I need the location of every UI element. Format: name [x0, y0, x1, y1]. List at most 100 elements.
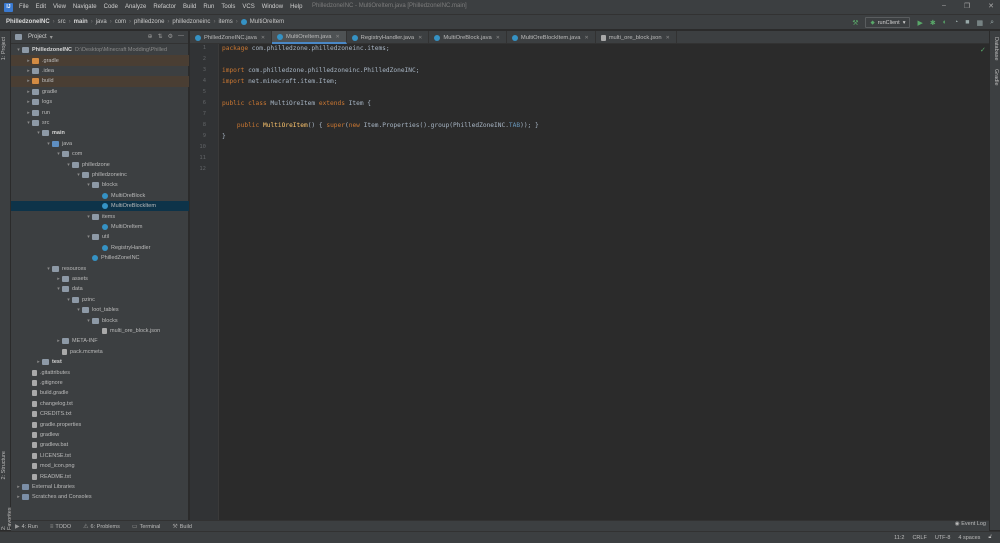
- tree-item[interactable]: README.txt: [11, 471, 189, 481]
- close-icon[interactable]: ✕: [496, 35, 500, 41]
- bottom-tab[interactable]: ≡ TODO: [50, 524, 71, 530]
- editor-tab[interactable]: MultiOreBlock.java ✕: [429, 31, 507, 44]
- editor-tab[interactable]: RegistryHandler.java ✕: [347, 31, 430, 44]
- debug-icon[interactable]: ✱: [930, 19, 936, 27]
- menu-edit[interactable]: Edit: [36, 4, 46, 10]
- code-editor[interactable]: package com.philledzone.philledzoneinc.i…: [220, 44, 989, 520]
- tree-item[interactable]: RegistryHandler: [11, 243, 189, 253]
- close-icon[interactable]: ✕: [418, 35, 422, 41]
- locate-icon[interactable]: ⊕: [148, 33, 153, 40]
- tree-item[interactable]: MultiOreBlock: [11, 191, 189, 201]
- chevron-down-icon[interactable]: ▾: [35, 130, 42, 136]
- breadcrumb-main[interactable]: main: [74, 19, 88, 25]
- chevron-right-icon[interactable]: ▸: [25, 99, 32, 105]
- tool-tab-gradle[interactable]: Gradle: [993, 69, 999, 86]
- run-icon[interactable]: ▶: [917, 19, 922, 27]
- tree-item[interactable]: CREDITS.txt: [11, 409, 189, 419]
- menu-analyze[interactable]: Analyze: [125, 4, 146, 10]
- tree-item[interactable]: changelog.txt: [11, 399, 189, 409]
- breadcrumb-philledzone[interactable]: philledzone: [134, 19, 164, 25]
- chevron-down-icon[interactable]: ▾: [15, 47, 22, 53]
- tree-item[interactable]: ▸ build: [11, 76, 189, 87]
- tree-item[interactable]: ▸ Scratches and Consoles: [11, 492, 189, 502]
- editor-tab[interactable]: multi_ore_block.json ✕: [596, 31, 677, 44]
- menu-help[interactable]: Help: [290, 4, 302, 10]
- tool-tab-project[interactable]: 1: Project: [1, 37, 7, 60]
- collapse-all-icon[interactable]: ⇅: [158, 33, 163, 40]
- chevron-down-icon[interactable]: ▾: [55, 286, 62, 292]
- tree-item[interactable]: ▸ logs: [11, 97, 189, 107]
- chevron-down-icon[interactable]: ▾: [25, 120, 32, 126]
- chevron-right-icon[interactable]: ▸: [15, 494, 22, 500]
- tree-item[interactable]: ▾ pzinc: [11, 295, 189, 305]
- chevron-right-icon[interactable]: ▸: [15, 484, 22, 490]
- inspection-ok-icon[interactable]: ✓: [980, 46, 986, 54]
- tree-item[interactable]: ▾ blocks: [11, 180, 189, 190]
- chevron-right-icon[interactable]: ▸: [25, 78, 32, 84]
- project-view-select[interactable]: Project: [28, 34, 47, 40]
- menu-refactor[interactable]: Refactor: [153, 4, 176, 10]
- close-icon[interactable]: ✕: [335, 34, 339, 40]
- chevron-down-icon[interactable]: ▾: [65, 162, 72, 168]
- caret-position[interactable]: 11:2: [894, 535, 904, 541]
- tree-item[interactable]: multi_ore_block.json: [11, 326, 189, 336]
- tree-item[interactable]: MultiOreBlockItem: [11, 201, 189, 212]
- breadcrumb-philledzoneinc[interactable]: philledzoneinc: [172, 19, 210, 25]
- project-structure-icon[interactable]: ▦: [976, 19, 983, 27]
- tree-item[interactable]: gradle.properties: [11, 419, 189, 429]
- tree-item[interactable]: build.gradle: [11, 388, 189, 398]
- coverage-icon[interactable]: ◐: [943, 19, 947, 26]
- menu-view[interactable]: View: [53, 4, 66, 10]
- line-separator[interactable]: CRLF: [912, 535, 926, 541]
- tree-item[interactable]: ▾ philledzone: [11, 159, 189, 169]
- tree-item[interactable]: LICENSE.txt: [11, 451, 189, 461]
- editor-tab[interactable]: PhilledZoneINC.java ✕: [190, 31, 273, 44]
- breadcrumb-com[interactable]: com: [115, 19, 126, 25]
- lock-icon[interactable]: 🔓︎: [988, 534, 992, 541]
- tree-item[interactable]: ▾ com: [11, 149, 189, 159]
- tree-item[interactable]: .gitignore: [11, 378, 189, 388]
- chevron-down-icon[interactable]: ▾: [85, 214, 92, 220]
- menu-code[interactable]: Code: [104, 4, 118, 10]
- breadcrumb-src[interactable]: src: [58, 19, 66, 25]
- tree-item[interactable]: ▾ main: [11, 128, 189, 138]
- event-log-button[interactable]: ◉ Event Log: [955, 521, 986, 527]
- tree-item[interactable]: ▾ blocks: [11, 315, 189, 325]
- chevron-right-icon[interactable]: ▸: [55, 338, 62, 344]
- chevron-down-icon[interactable]: ▾: [85, 182, 92, 188]
- tree-item[interactable]: gradlew: [11, 430, 189, 440]
- tree-item[interactable]: ▾ items: [11, 211, 189, 221]
- tree-item[interactable]: ▸ .idea: [11, 66, 189, 76]
- profile-icon[interactable]: ◔: [954, 19, 958, 26]
- tree-item[interactable]: PhilledZoneINC: [11, 253, 189, 263]
- bottom-tab[interactable]: ▶ 4: Run: [15, 523, 38, 531]
- menu-window[interactable]: Window: [262, 4, 283, 10]
- stop-icon[interactable]: ■: [965, 19, 969, 26]
- tree-item[interactable]: ▸ gradle: [11, 87, 189, 97]
- tree-item[interactable]: pack.mcmeta: [11, 347, 189, 357]
- run-configuration-select[interactable]: ◆ runClient ▾: [865, 17, 911, 28]
- tree-item[interactable]: mod_icon.png: [11, 461, 189, 471]
- hammer-icon[interactable]: ⚒: [852, 19, 858, 27]
- tool-tab-database[interactable]: Database: [993, 37, 999, 61]
- close-icon[interactable]: ✕: [988, 2, 994, 10]
- file-encoding[interactable]: UTF-8: [935, 535, 951, 541]
- chevron-down-icon[interactable]: ▾: [45, 141, 52, 147]
- minimize-icon[interactable]: –: [942, 2, 946, 10]
- tree-item[interactable]: ▾ resources: [11, 263, 189, 273]
- chevron-down-icon[interactable]: ▾: [50, 34, 53, 41]
- tree-item[interactable]: ▾ data: [11, 284, 189, 294]
- tree-item[interactable]: MultiOreItem: [11, 222, 189, 232]
- chevron-right-icon[interactable]: ▸: [25, 68, 32, 74]
- chevron-right-icon[interactable]: ▸: [25, 89, 32, 95]
- restore-icon[interactable]: ❐: [964, 2, 970, 10]
- close-icon[interactable]: ✕: [585, 35, 589, 41]
- close-icon[interactable]: ✕: [261, 35, 265, 41]
- chevron-down-icon[interactable]: ▾: [65, 297, 72, 303]
- chevron-down-icon[interactable]: ▾: [55, 151, 62, 157]
- search-icon[interactable]: ⌕: [990, 19, 994, 27]
- tree-item[interactable]: ▾ src: [11, 118, 189, 128]
- indent-setting[interactable]: 4 spaces: [958, 535, 980, 541]
- tree-item[interactable]: ▾ PhilledzoneINC D:\Desktop\Minecraft Modd…: [11, 45, 189, 55]
- tree-item[interactable]: ▸ External Libraries: [11, 482, 189, 492]
